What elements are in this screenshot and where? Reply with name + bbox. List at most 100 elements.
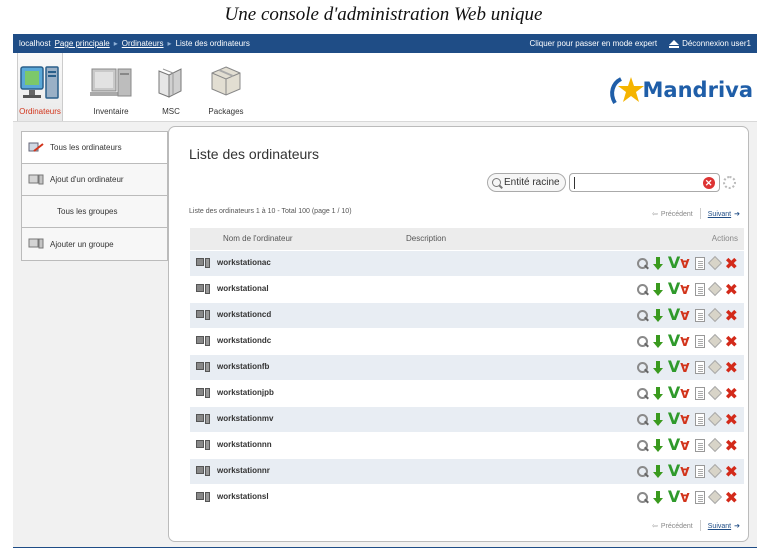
- download-arrow-icon[interactable]: [652, 308, 663, 322]
- delete-icon[interactable]: ✖: [725, 385, 738, 401]
- sidebar-item-all-groups[interactable]: Tous les groupes: [22, 196, 167, 228]
- computer-name-cell[interactable]: workstationac: [190, 249, 406, 276]
- delete-icon[interactable]: ✖: [725, 255, 738, 271]
- package-icon[interactable]: [707, 411, 722, 427]
- previous-link[interactable]: ⇦ Précédent: [652, 522, 693, 530]
- module-packages[interactable]: Packages: [203, 53, 249, 121]
- previous-link[interactable]: ⇦ Précédent: [652, 210, 693, 218]
- computer-name: workstational: [217, 284, 269, 294]
- computers-list-icon: [28, 142, 44, 154]
- vnc-icon[interactable]: VⱯ: [668, 358, 690, 375]
- sidebar-item-add-group[interactable]: Ajouter un groupe: [22, 228, 167, 260]
- document-icon[interactable]: [694, 256, 705, 270]
- document-icon[interactable]: [694, 412, 705, 426]
- clear-search-icon[interactable]: ✕: [702, 177, 715, 189]
- left-arrow-icon: ⇦: [651, 522, 658, 530]
- vnc-icon[interactable]: VⱯ: [668, 462, 690, 479]
- computer-name-cell[interactable]: workstationmv: [190, 405, 406, 432]
- computer-name-cell[interactable]: workstationnr: [190, 457, 406, 484]
- vnc-icon[interactable]: VⱯ: [668, 436, 690, 453]
- vnc-icon[interactable]: VⱯ: [668, 332, 690, 349]
- computer-name-cell[interactable]: workstationcd: [190, 301, 406, 328]
- delete-icon[interactable]: ✖: [725, 463, 738, 479]
- vnc-icon[interactable]: VⱯ: [668, 254, 690, 271]
- breadcrumb-computers-link[interactable]: Ordinateurs: [122, 39, 164, 48]
- package-icon[interactable]: [707, 255, 722, 271]
- vnc-icon[interactable]: VⱯ: [668, 384, 690, 401]
- search-icon[interactable]: [636, 465, 648, 477]
- sidebar-item-add-computer[interactable]: Ajout d'un ordinateur: [22, 164, 167, 196]
- package-icon[interactable]: [707, 307, 722, 323]
- download-arrow-icon[interactable]: [652, 412, 663, 426]
- document-icon[interactable]: [694, 438, 705, 452]
- next-link[interactable]: Suivant ➔: [708, 210, 740, 218]
- computer-name-cell[interactable]: workstationsl: [190, 483, 406, 510]
- search-icon[interactable]: [636, 335, 648, 347]
- search-icon[interactable]: [636, 413, 648, 425]
- search-icon[interactable]: [636, 439, 648, 451]
- search-icon[interactable]: [636, 283, 648, 295]
- search-icon[interactable]: [636, 309, 648, 321]
- computer-name: workstationdc: [217, 336, 272, 346]
- document-icon[interactable]: [694, 464, 705, 478]
- sidebar-item-label: Tous les groupes: [57, 207, 118, 216]
- document-icon[interactable]: [694, 334, 705, 348]
- vnc-icon[interactable]: VⱯ: [668, 410, 690, 427]
- document-icon[interactable]: [694, 386, 705, 400]
- breadcrumb-current: Liste des ordinateurs: [175, 39, 250, 48]
- package-icon[interactable]: [707, 490, 722, 505]
- next-label: Suivant: [707, 522, 732, 530]
- right-arrow-icon: ➔: [734, 210, 740, 218]
- sidebar-item-all-computers[interactable]: Tous les ordinateurs: [22, 132, 167, 164]
- document-icon[interactable]: [694, 360, 705, 374]
- document-icon[interactable]: [694, 490, 705, 504]
- entity-selector[interactable]: Entité racine: [487, 173, 566, 192]
- download-arrow-icon[interactable]: [652, 490, 663, 504]
- download-arrow-icon[interactable]: [652, 386, 663, 400]
- download-arrow-icon[interactable]: [652, 438, 663, 452]
- computer-name-cell[interactable]: workstationdc: [190, 327, 406, 354]
- package-icon[interactable]: [707, 385, 722, 401]
- package-icon[interactable]: [707, 437, 722, 453]
- download-arrow-icon[interactable]: [652, 282, 663, 296]
- search-icon[interactable]: [636, 361, 648, 373]
- actions-cell: VⱯ ✖: [494, 379, 744, 406]
- module-inventory[interactable]: Inventaire: [85, 53, 137, 121]
- search-icon[interactable]: [636, 257, 648, 269]
- package-icon[interactable]: [707, 463, 722, 479]
- search-icon[interactable]: [636, 387, 648, 399]
- vnc-icon[interactable]: VⱯ: [668, 306, 690, 323]
- host-label: localhost: [19, 39, 51, 48]
- package-icon[interactable]: [707, 281, 722, 297]
- next-link[interactable]: Suivant ➔: [708, 522, 740, 530]
- module-computers[interactable]: Ordinateurs: [17, 53, 63, 121]
- delete-icon[interactable]: ✖: [725, 411, 738, 427]
- computer-name-cell[interactable]: workstational: [190, 275, 406, 302]
- computer-name-cell[interactable]: workstationfb: [190, 353, 406, 380]
- computer-name-cell[interactable]: workstationjpb: [190, 379, 406, 406]
- delete-icon[interactable]: ✖: [725, 307, 738, 323]
- module-msc[interactable]: MSC: [151, 53, 191, 121]
- vnc-icon[interactable]: VⱯ: [668, 280, 690, 297]
- breadcrumb-home-link[interactable]: Page principale: [55, 39, 110, 48]
- delete-icon[interactable]: ✖: [725, 437, 738, 453]
- download-arrow-icon[interactable]: [652, 464, 663, 478]
- document-icon[interactable]: [694, 282, 705, 296]
- expert-mode-link[interactable]: Cliquer pour passer en mode expert: [529, 39, 657, 48]
- document-icon[interactable]: [694, 308, 705, 322]
- package-icon[interactable]: [707, 359, 722, 375]
- download-arrow-icon[interactable]: [652, 334, 663, 348]
- download-arrow-icon[interactable]: [652, 256, 663, 270]
- vnc-icon[interactable]: VⱯ: [668, 488, 690, 505]
- delete-icon[interactable]: ✖: [725, 359, 738, 375]
- search-icon[interactable]: [636, 491, 648, 503]
- logout-link[interactable]: Déconnexion user1: [669, 39, 751, 48]
- computer-name-cell[interactable]: workstationnn: [190, 431, 406, 458]
- delete-icon[interactable]: ✖: [725, 333, 738, 349]
- search-input[interactable]: ✕: [568, 173, 720, 192]
- package-icon[interactable]: [707, 333, 722, 349]
- delete-icon[interactable]: ✖: [725, 281, 738, 297]
- breadcrumb: localhost Page principale ▸ Ordinateurs …: [13, 39, 250, 48]
- delete-icon[interactable]: ✖: [725, 489, 738, 505]
- download-arrow-icon[interactable]: [652, 360, 663, 374]
